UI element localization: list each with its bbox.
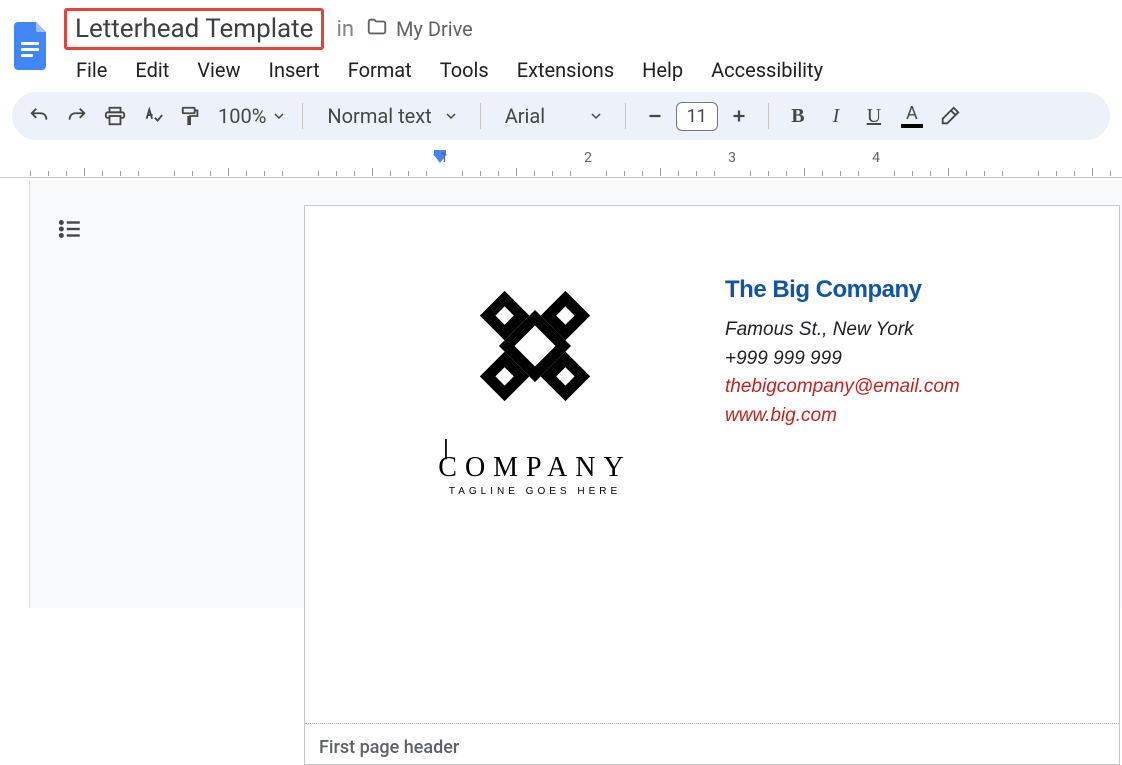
paragraph-style-select[interactable]: Normal text — [315, 104, 467, 128]
redo-button[interactable] — [60, 99, 94, 133]
paragraph-style-value: Normal text — [327, 104, 431, 128]
bold-button[interactable]: B — [781, 99, 815, 133]
highlight-color-button[interactable] — [933, 99, 967, 133]
horizontal-ruler[interactable]: 1 2 3 4 — [0, 150, 1122, 178]
italic-button[interactable]: I — [819, 99, 853, 133]
paint-format-button[interactable] — [174, 99, 208, 133]
spellcheck-button[interactable] — [136, 99, 170, 133]
undo-button[interactable] — [22, 99, 56, 133]
separator — [480, 103, 481, 129]
menu-extensions[interactable]: Extensions — [505, 54, 626, 86]
document-title[interactable]: Letterhead Template — [64, 8, 324, 50]
logo-tagline: TAGLINE GOES HERE — [449, 486, 621, 497]
toolbar: 100% Normal text Arial 11 B I U A — [12, 92, 1110, 140]
docs-logo-icon[interactable] — [12, 20, 52, 72]
font-size-input[interactable]: 11 — [676, 102, 718, 131]
underline-button[interactable]: U — [857, 99, 891, 133]
chevron-down-icon — [446, 111, 456, 121]
header-section-label: First page header — [319, 737, 459, 758]
font-select[interactable]: Arial — [493, 104, 613, 128]
separator — [768, 103, 769, 129]
company-info-block[interactable]: The Big Company Famous St., New York +99… — [725, 246, 960, 497]
chevron-down-icon — [591, 111, 601, 121]
separator — [625, 103, 626, 129]
company-website: www.big.com — [725, 402, 960, 431]
company-name: The Big Company — [725, 276, 960, 304]
zoom-select[interactable]: 100% — [212, 104, 290, 128]
chevron-down-icon — [274, 111, 284, 121]
menu-format[interactable]: Format — [336, 54, 424, 86]
company-email: thebigcompany@email.com — [725, 373, 960, 402]
menu-insert[interactable]: Insert — [257, 54, 332, 86]
ruler-number: 3 — [728, 150, 736, 166]
font-size-increase-button[interactable] — [722, 99, 756, 133]
print-button[interactable] — [98, 99, 132, 133]
letterhead-logo[interactable]: COMPANY TAGLINE GOES HERE — [425, 246, 645, 497]
ruler-number: 2 — [584, 150, 592, 166]
ruler-number: 1 — [440, 150, 448, 166]
text-color-swatch — [901, 124, 923, 128]
separator — [302, 103, 303, 129]
menu-accessibility[interactable]: Accessibility — [699, 54, 835, 86]
company-phone: +999 999 999 — [725, 345, 960, 374]
text-cursor: | — [443, 434, 445, 460]
company-logo-icon — [425, 246, 645, 446]
menu-file[interactable]: File — [64, 54, 119, 86]
outline-toggle-button[interactable] — [50, 209, 90, 249]
menu-edit[interactable]: Edit — [123, 54, 181, 86]
folder-location[interactable]: My Drive — [366, 16, 473, 43]
folder-icon — [366, 16, 388, 43]
menu-view[interactable]: View — [185, 54, 252, 86]
font-value: Arial — [505, 104, 545, 128]
ruler-number: 4 — [872, 150, 880, 166]
menubar: File Edit View Insert Format Tools Exten… — [64, 54, 1122, 86]
location-in-label: in — [336, 17, 354, 42]
menu-tools[interactable]: Tools — [428, 54, 501, 86]
vertical-ruler[interactable] — [0, 181, 30, 608]
header-boundary — [305, 723, 1119, 724]
text-color-button[interactable]: A — [895, 99, 929, 133]
text-color-a-icon: A — [906, 105, 918, 123]
zoom-value: 100% — [218, 104, 266, 128]
document-page[interactable]: COMPANY TAGLINE GOES HERE The Big Compan… — [304, 205, 1120, 765]
menu-help[interactable]: Help — [630, 54, 695, 86]
font-size-decrease-button[interactable] — [638, 99, 672, 133]
company-address: Famous St., New York — [725, 316, 960, 345]
logo-text: COMPANY — [438, 452, 631, 484]
folder-name: My Drive — [396, 17, 473, 41]
